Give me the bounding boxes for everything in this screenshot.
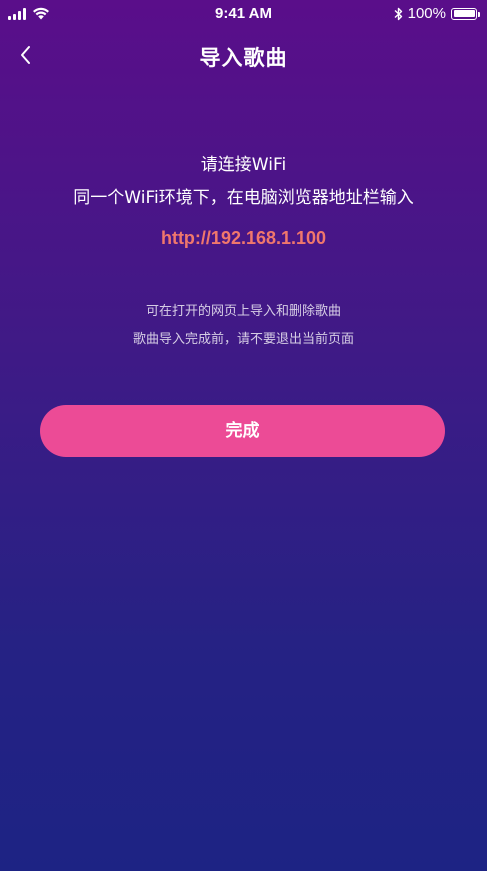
note-manage-songs: 可在打开的网页上导入和删除歌曲 [145,304,341,319]
battery-percent: 100% [407,5,446,22]
upload-url: http://192.168.1.100 [160,228,327,248]
done-button[interactable]: 完成 [40,405,445,457]
navigation-bar: 导入歌曲 [0,30,487,80]
connect-wifi-text: 请连接WiFi [200,155,287,175]
status-right: 100% [394,5,480,22]
status-bar: 9:41 AM 100% [0,0,487,28]
battery-fill [453,10,475,17]
browser-instruction-text: 同一个WiFi环境下，在电脑浏览器地址栏输入 [73,188,414,208]
note-do-not-exit: 歌曲导入完成前，请不要退出当前页面 [132,332,354,347]
instructions: 请连接WiFi 同一个WiFi环境下，在电脑浏览器地址栏输入 http://19… [0,150,487,260]
notes: 可在打开的网页上导入和删除歌曲 歌曲导入完成前，请不要退出当前页面 [0,298,487,354]
bluetooth-icon [394,7,402,20]
page-title: 导入歌曲 [199,46,288,70]
battery-icon [451,7,480,20]
